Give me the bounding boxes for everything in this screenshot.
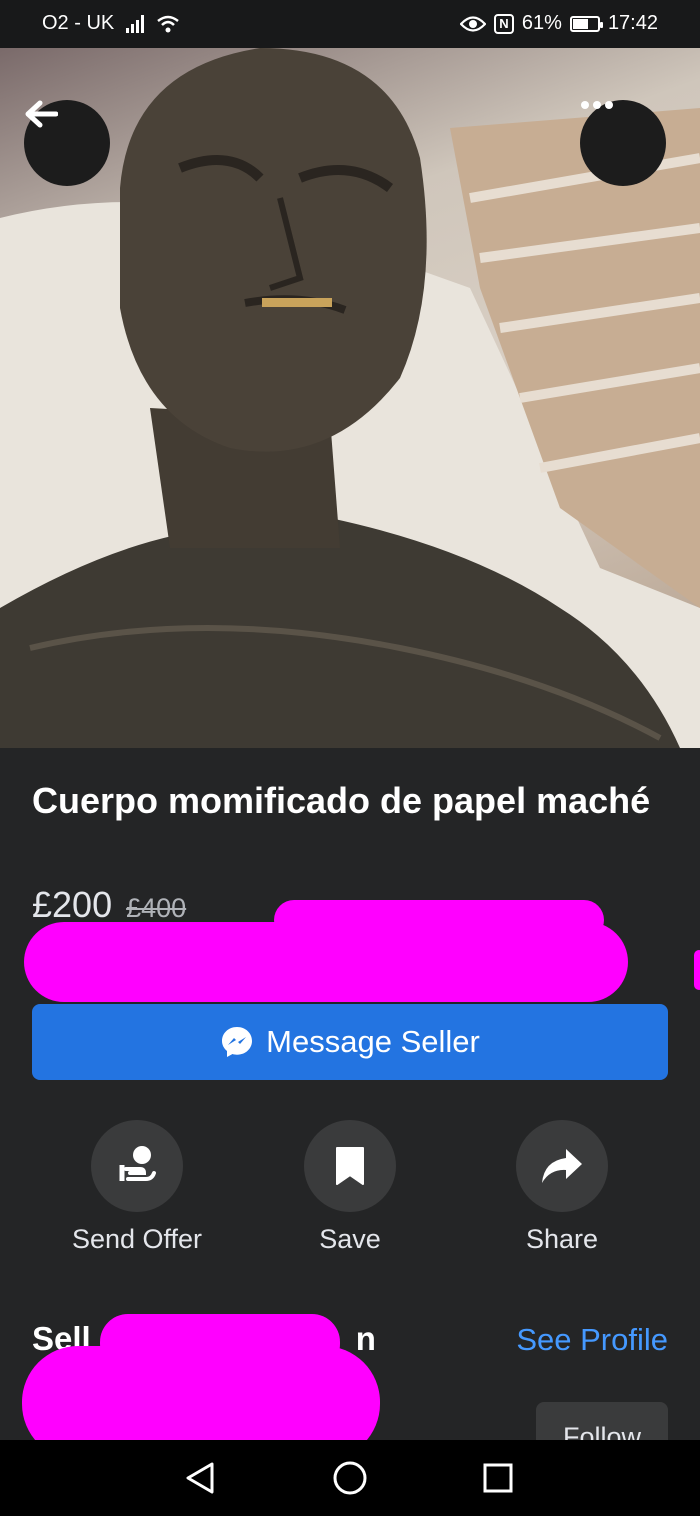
more-options-button[interactable] [580,100,666,186]
system-nav-bar [0,1440,700,1516]
back-triangle-icon [186,1462,214,1494]
save-button[interactable]: Save [255,1120,445,1255]
message-seller-label: Message Seller [266,1024,480,1059]
send-offer-icon [119,1146,156,1181]
listing-title: Cuerpo momificado de papel maché [32,780,651,821]
battery-icon [569,15,603,32]
back-button[interactable] [24,100,110,186]
clock: 17:42 [607,12,658,34]
nav-back-button[interactable] [180,1458,220,1498]
eye-icon [459,15,486,32]
price: £200 [32,884,113,925]
status-bar: O2 - UK N 61% 17:42 [0,0,700,48]
message-seller-button[interactable]: Message Seller [32,1004,668,1080]
redaction [694,950,700,990]
bookmark-icon [336,1147,364,1185]
arrow-left-icon [25,100,58,128]
send-offer-label: Send Offer [71,1224,203,1254]
share-arrow-icon [542,1149,582,1183]
home-circle-icon [333,1461,367,1495]
more-horizontal-icon [581,101,613,109]
listing-photo[interactable] [0,48,700,748]
nav-recents-button[interactable] [478,1458,518,1498]
see-profile-link[interactable]: See Profile [516,1322,668,1358]
send-offer-button[interactable]: Send Offer [42,1120,232,1255]
nfc-icon: N [493,13,514,34]
carrier-label: O2 - UK [42,12,115,34]
price-row: £200 £400 [32,884,186,926]
recents-square-icon [483,1463,513,1493]
nav-home-button[interactable] [330,1458,370,1498]
send-offer-circle[interactable] [91,1120,183,1212]
save-label: Save [319,1224,381,1254]
messenger-icon [222,1027,253,1057]
share-circle[interactable] [516,1120,608,1212]
redaction [24,922,628,1002]
battery-percent: 61% [521,12,562,34]
signal-icon [126,14,145,33]
share-button[interactable]: Share [467,1120,657,1255]
wifi-icon [157,15,180,32]
share-label: Share [525,1224,599,1254]
original-price: £400 [126,893,187,923]
save-circle[interactable] [304,1120,396,1212]
seller-heading-end: n [355,1320,376,1357]
